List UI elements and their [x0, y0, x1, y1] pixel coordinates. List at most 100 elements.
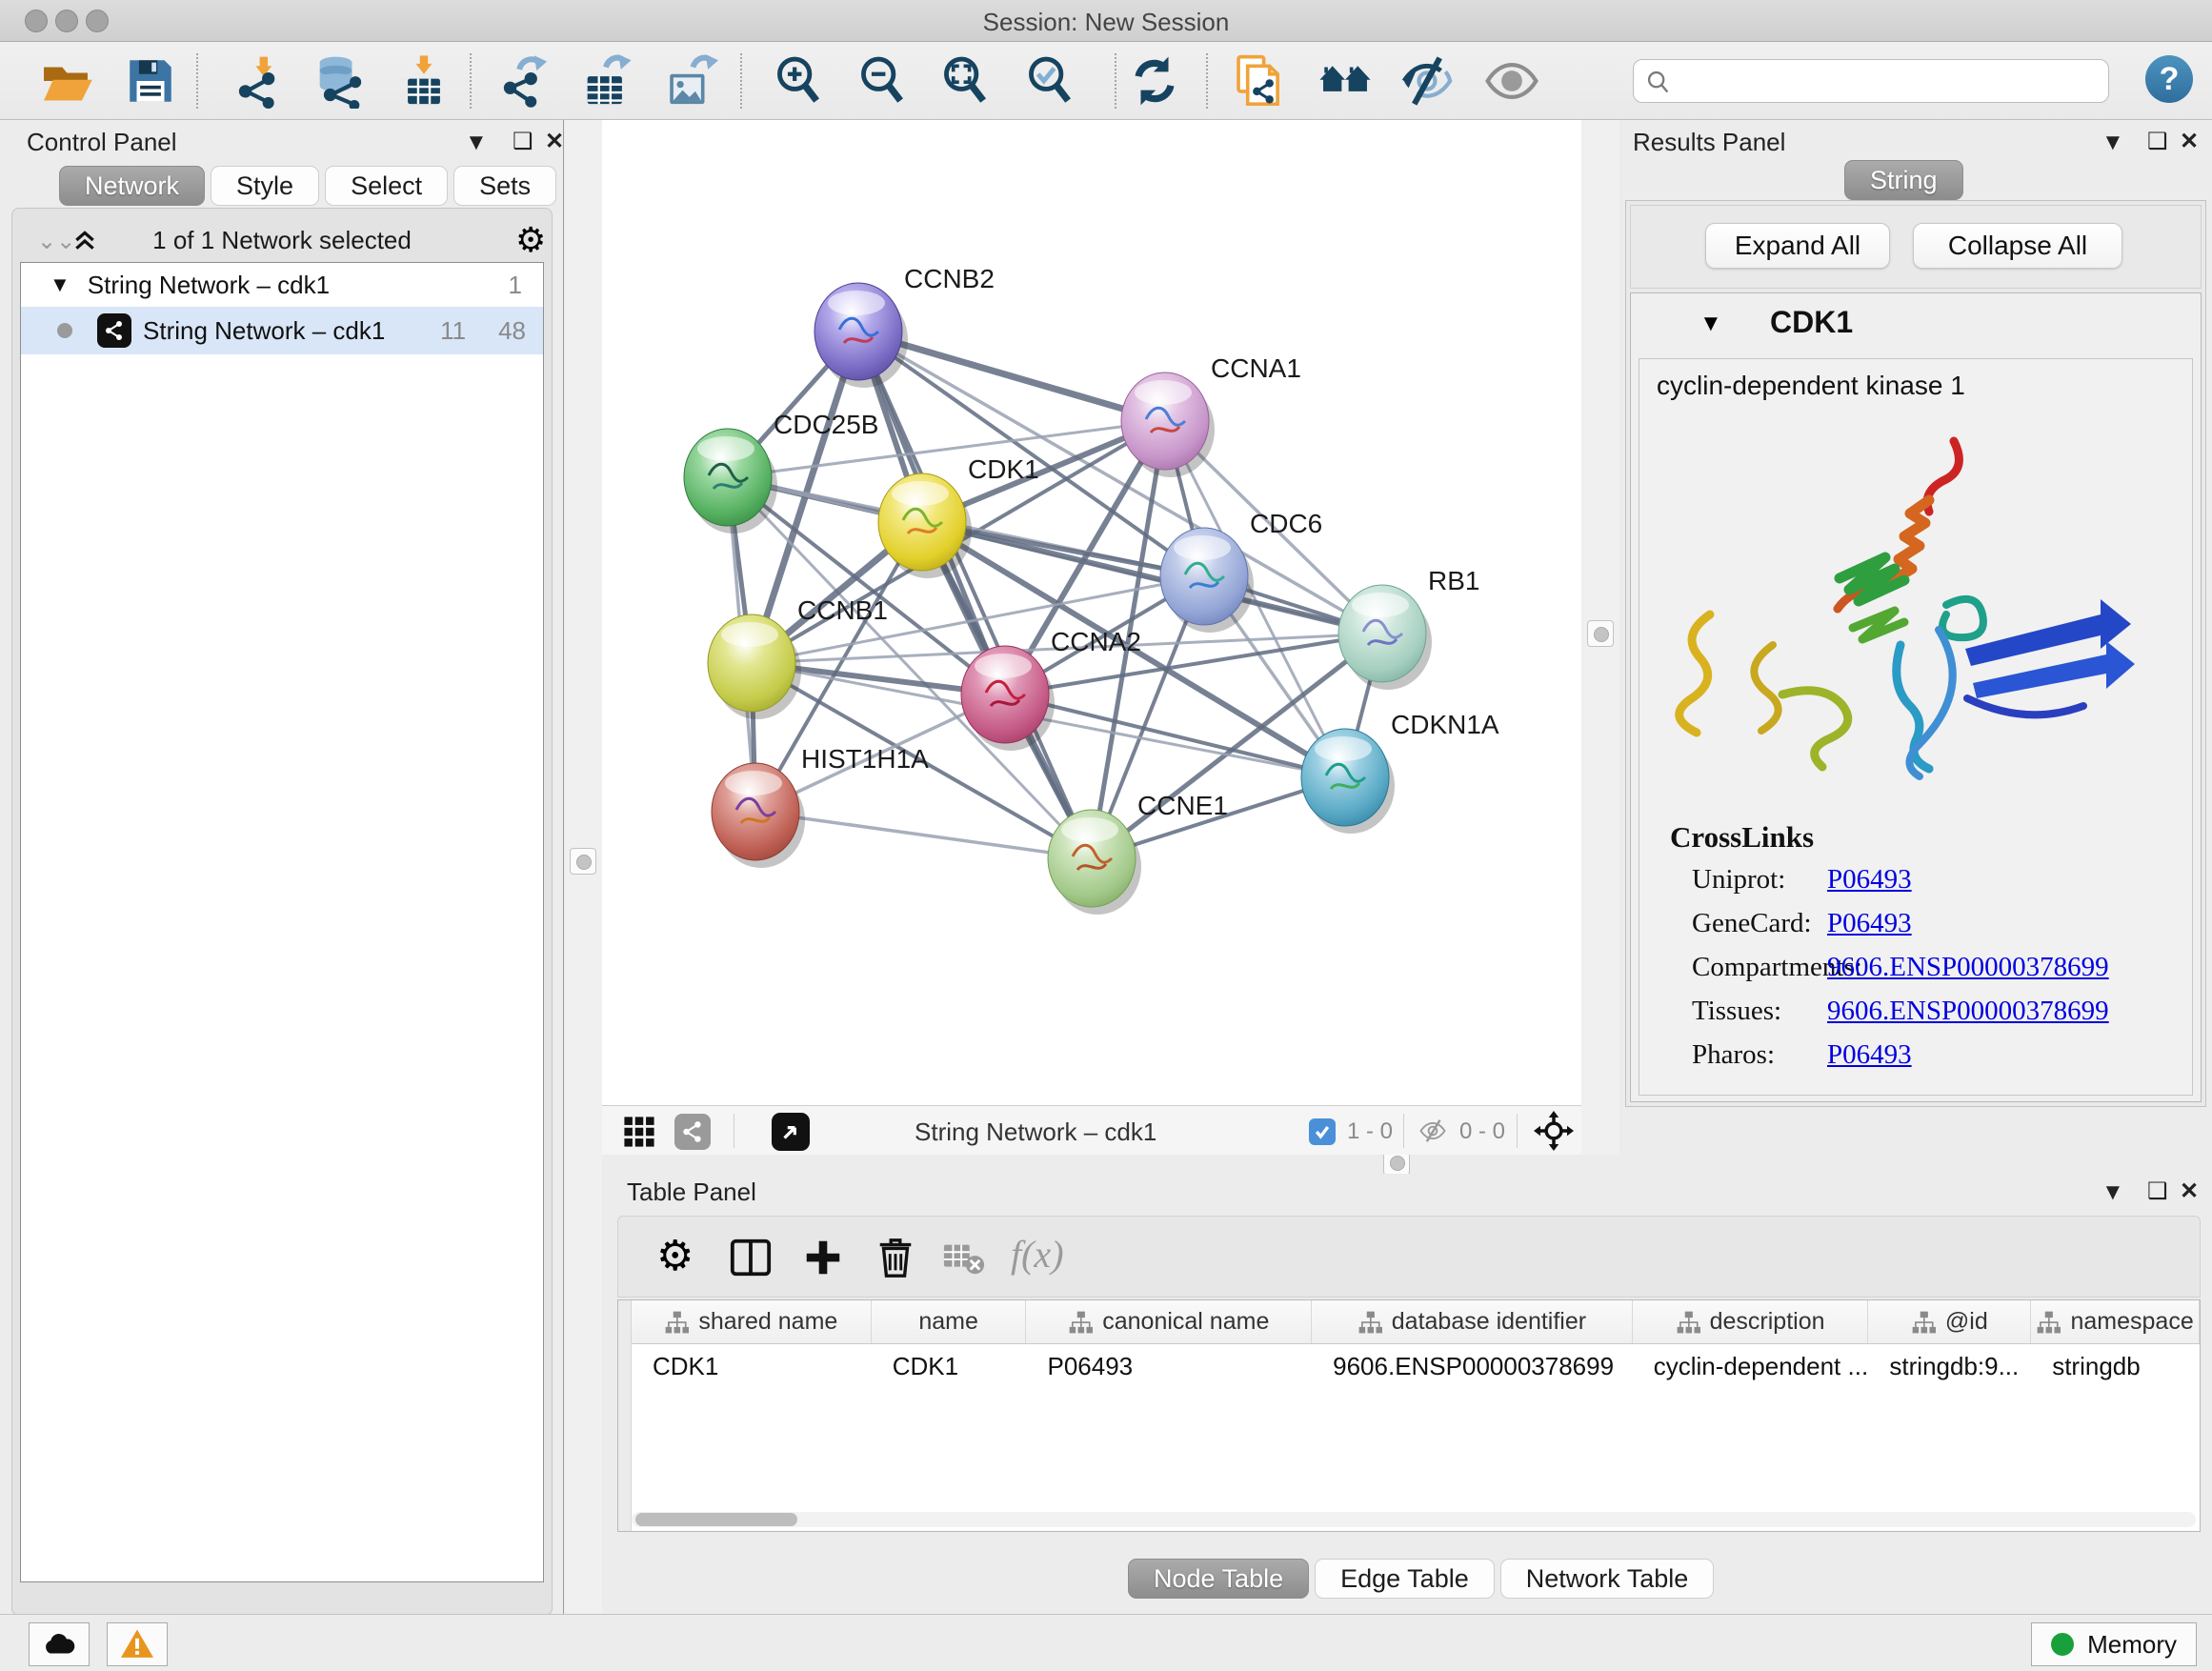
- import-network-file-button[interactable]: [231, 53, 287, 109]
- close-results-icon[interactable]: ✕: [2180, 128, 2199, 155]
- node-CDC25B[interactable]: [684, 429, 777, 534]
- float-panel-icon[interactable]: ❑: [513, 128, 533, 155]
- close-table-icon[interactable]: ✕: [2180, 1178, 2199, 1205]
- right-splitter[interactable]: [1581, 120, 1619, 1157]
- refresh-view-button[interactable]: [1127, 53, 1182, 109]
- zoom-out-button[interactable]: [855, 53, 911, 109]
- crosslink-link[interactable]: P06493: [1827, 864, 1912, 896]
- crosslink-row: Uniprot:P06493: [1692, 864, 2187, 896]
- collapse-results-icon[interactable]: ▼: [2101, 130, 2124, 156]
- import-network-database-button[interactable]: [311, 53, 366, 109]
- network-style-icon[interactable]: [674, 1114, 711, 1150]
- crosslink-label: Tissues:: [1692, 996, 1827, 1027]
- node-RB1[interactable]: [1338, 585, 1432, 690]
- table-cell[interactable]: 9606.ENSP00000378699: [1312, 1344, 1633, 1388]
- table-horizontal-scrollbar[interactable]: [632, 1512, 2196, 1527]
- memory-button[interactable]: Memory: [2031, 1622, 2197, 1666]
- table-cell[interactable]: stringdb:9...: [1868, 1344, 2031, 1388]
- network-collection-row[interactable]: ▼ String Network – cdk1 1: [21, 263, 543, 307]
- save-session-button[interactable]: [123, 53, 178, 109]
- table-data-row[interactable]: CDK1CDK1P064939606.ENSP00000378699cyclin…: [632, 1344, 2200, 1388]
- delete-column-icon[interactable]: [874, 1236, 917, 1279]
- show-columns-icon[interactable]: [729, 1236, 773, 1279]
- scrollbar-thumb[interactable]: [635, 1513, 797, 1526]
- collapse-panel-icon[interactable]: ▼: [465, 130, 488, 156]
- column-header-@id[interactable]: @id: [1868, 1300, 2031, 1343]
- column-header-canonical-name[interactable]: canonical name: [1026, 1300, 1312, 1343]
- node-HIST1H1A[interactable]: [712, 763, 805, 868]
- tab-node-table[interactable]: Node Table: [1128, 1559, 1309, 1599]
- network-status-dot: [57, 323, 72, 338]
- export-image-button[interactable]: [663, 53, 718, 109]
- column-header-name[interactable]: name: [872, 1300, 1027, 1343]
- export-network-button[interactable]: [496, 53, 552, 109]
- birds-eye-view-icon[interactable]: [772, 1113, 810, 1151]
- table-cell[interactable]: CDK1: [632, 1344, 872, 1388]
- pan-crosshair-icon[interactable]: [1534, 1111, 1574, 1151]
- crosslink-link[interactable]: 9606.ENSP00000378699: [1827, 996, 2109, 1027]
- table-cell[interactable]: CDK1: [872, 1344, 1027, 1388]
- search-input[interactable]: [1633, 59, 2109, 103]
- column-header-description[interactable]: description: [1633, 1300, 1869, 1343]
- add-column-icon[interactable]: [801, 1236, 845, 1279]
- zoom-fit-button[interactable]: [938, 53, 994, 109]
- tree-expand-icon[interactable]: ▼: [50, 272, 70, 297]
- tab-sets[interactable]: Sets: [453, 166, 556, 206]
- horizontal-splitter[interactable]: [602, 1155, 2212, 1174]
- tab-string[interactable]: String: [1844, 160, 1963, 200]
- left-splitter-handle[interactable]: [570, 848, 596, 875]
- edge-CCNB2-CCNE1[interactable]: [858, 332, 1092, 858]
- crosslink-link[interactable]: P06493: [1827, 908, 1912, 939]
- column-header-database-identifier[interactable]: database identifier: [1312, 1300, 1633, 1343]
- tab-select[interactable]: Select: [325, 166, 448, 206]
- table-cell[interactable]: stringdb: [2031, 1344, 2200, 1388]
- zoom-in-button[interactable]: [772, 53, 827, 109]
- warnings-button[interactable]: [107, 1622, 168, 1666]
- network-canvas[interactable]: CCNB2CCNA1CDC25BCDK1CDC6RB1CCNB1CCNA2CDK…: [602, 120, 1581, 1105]
- close-panel-icon[interactable]: ✕: [545, 128, 564, 155]
- node-table[interactable]: shared namenamecanonical namedatabase id…: [617, 1299, 2201, 1532]
- node-CCNE1[interactable]: [1048, 810, 1141, 915]
- collapse-all-button[interactable]: Collapse All: [1913, 223, 2122, 269]
- tab-style[interactable]: Style: [211, 166, 319, 206]
- show-details-button[interactable]: [1484, 53, 1539, 109]
- tab-network-table[interactable]: Network Table: [1500, 1559, 1715, 1599]
- options-gear-icon[interactable]: ⚙: [515, 220, 546, 260]
- hide-details-button[interactable]: [1399, 53, 1455, 109]
- selected-checkbox-icon[interactable]: [1309, 1118, 1336, 1145]
- node-CCNA1[interactable]: [1121, 372, 1215, 477]
- node-CCNB2[interactable]: [814, 283, 908, 388]
- crosslink-link[interactable]: P06493: [1827, 1039, 1912, 1071]
- left-splitter[interactable]: [565, 120, 602, 1614]
- expand-all-button[interactable]: Expand All: [1705, 223, 1890, 269]
- edge-HIST1H1A-CCNE1[interactable]: [755, 812, 1092, 858]
- table-cell[interactable]: P06493: [1027, 1344, 1313, 1388]
- column-header-shared-name[interactable]: shared name: [632, 1300, 872, 1343]
- column-header-namespace[interactable]: namespace: [2031, 1300, 2200, 1343]
- gene-collapse-icon[interactable]: ▼: [1699, 311, 1722, 337]
- grid-view-icon[interactable]: [623, 1116, 655, 1148]
- right-splitter-handle[interactable]: [1587, 620, 1614, 647]
- home-button[interactable]: [1317, 53, 1373, 109]
- float-table-icon[interactable]: ❑: [2147, 1178, 2168, 1205]
- tab-edge-table[interactable]: Edge Table: [1315, 1559, 1495, 1599]
- zoom-selected-button[interactable]: [1023, 53, 1078, 109]
- crosslink-link[interactable]: 9606.ENSP00000378699: [1827, 952, 2109, 983]
- protein-structure-image: [1651, 409, 2181, 813]
- gene-header-row[interactable]: ▼ CDK1: [1631, 293, 2201, 356]
- table-options-gear-icon[interactable]: ⚙: [656, 1236, 700, 1279]
- node-CDK1[interactable]: [878, 473, 972, 578]
- open-session-button[interactable]: [38, 53, 93, 109]
- export-table-button[interactable]: [578, 53, 633, 109]
- node-CDKN1A[interactable]: [1301, 729, 1395, 834]
- duplicate-network-button[interactable]: [1233, 53, 1288, 109]
- network-row-selected[interactable]: String Network – cdk1 11 48: [21, 307, 543, 354]
- node-CDC6[interactable]: [1160, 528, 1254, 633]
- import-table-file-button[interactable]: [396, 53, 452, 109]
- table-cell[interactable]: cyclin-dependent ...: [1633, 1344, 1869, 1388]
- help-button[interactable]: ?: [2145, 55, 2193, 103]
- cloud-status-button[interactable]: [29, 1622, 90, 1666]
- tab-network[interactable]: Network: [59, 166, 205, 206]
- float-results-icon[interactable]: ❑: [2147, 128, 2168, 155]
- collapse-table-icon[interactable]: ▼: [2101, 1179, 2124, 1206]
